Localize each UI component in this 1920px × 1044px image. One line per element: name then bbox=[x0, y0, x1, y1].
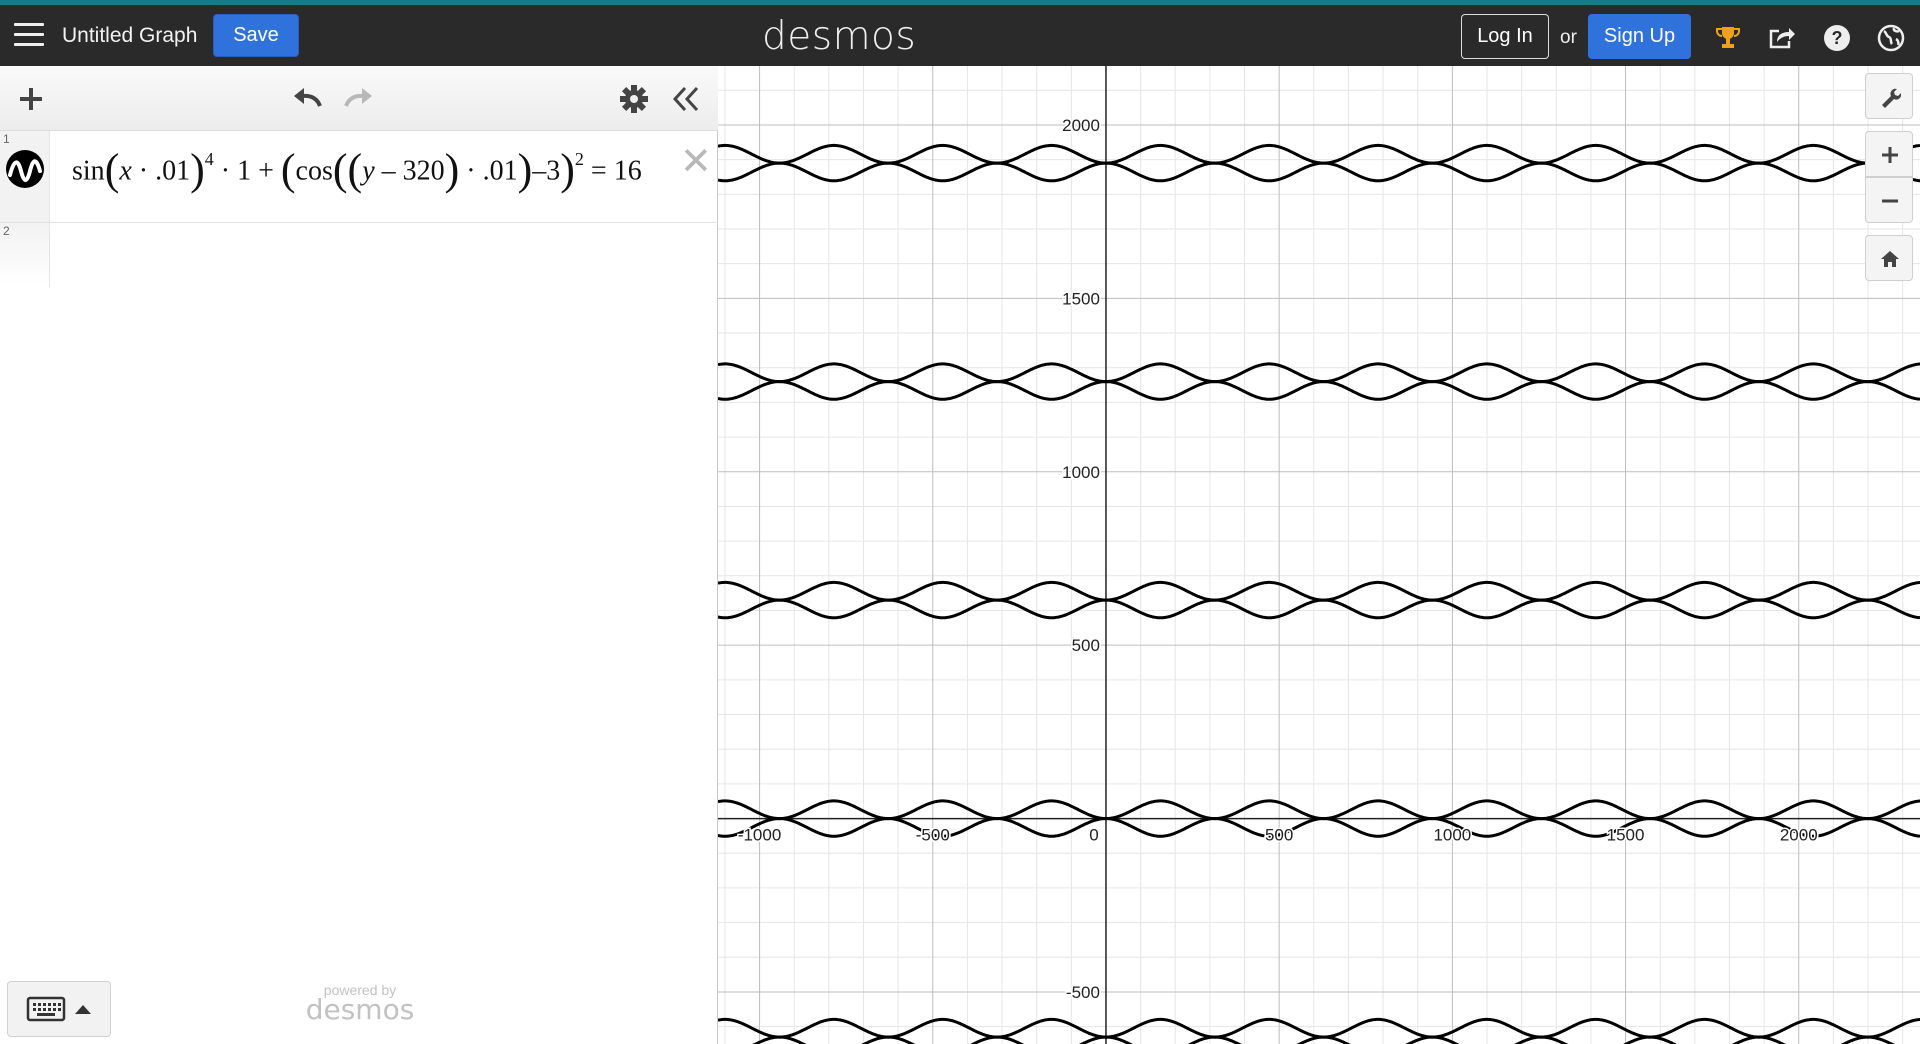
x-tick-label: -1000 bbox=[738, 826, 781, 845]
x-tick-label: 500 bbox=[1265, 826, 1293, 845]
undo-icon[interactable] bbox=[290, 82, 324, 116]
zoom-in-button[interactable] bbox=[1865, 131, 1913, 177]
row-number: 2 bbox=[3, 224, 10, 238]
add-item-icon[interactable] bbox=[14, 82, 48, 116]
row-number: 1 bbox=[3, 132, 10, 146]
desmos-logo: desmos bbox=[762, 14, 917, 59]
settings-gear-icon[interactable] bbox=[617, 82, 651, 116]
graph-title[interactable]: Untitled Graph bbox=[62, 24, 197, 48]
y-tick-label: 2000 bbox=[1062, 116, 1100, 135]
delete-expression-icon[interactable]: ✕ bbox=[680, 139, 712, 183]
share-icon[interactable] bbox=[1767, 23, 1797, 53]
expression-row[interactable]: 2 bbox=[0, 223, 718, 287]
minus-icon bbox=[1882, 199, 1898, 203]
keyboard-icon bbox=[26, 996, 66, 1022]
x-tick-label: -500 bbox=[916, 826, 950, 845]
x-tick-label: 1000 bbox=[1433, 826, 1471, 845]
graph-style-icon[interactable] bbox=[5, 149, 45, 189]
collapse-panel-icon[interactable] bbox=[669, 82, 703, 116]
x-tick-label: 0 bbox=[1089, 826, 1098, 845]
help-icon[interactable]: ? bbox=[1822, 23, 1852, 53]
graph-svg[interactable]: -1000 -500 0 500 1000 1500 2000 2000 1500 1000 500… bbox=[718, 66, 1920, 1044]
caret-up-icon bbox=[75, 1005, 91, 1014]
row-gutter: 2 bbox=[0, 223, 50, 287]
y-tick-label: 500 bbox=[1072, 636, 1100, 655]
expression-panel: 1 sin(x · .01)4 · 1 + (cos((y – 320) · .… bbox=[0, 66, 718, 1044]
graph-settings-button[interactable] bbox=[1865, 73, 1913, 119]
redo-icon[interactable] bbox=[342, 82, 376, 116]
keyboard-toggle-button[interactable] bbox=[7, 981, 111, 1037]
expression-toolbar bbox=[0, 66, 718, 131]
trophy-icon[interactable] bbox=[1713, 23, 1743, 53]
home-icon bbox=[1881, 251, 1899, 267]
or-text: or bbox=[1560, 27, 1577, 48]
svg-text:?: ? bbox=[1832, 28, 1843, 48]
expression-math[interactable]: sin(x · .01)4 · 1 + (cos((y – 320) · .01… bbox=[72, 148, 642, 192]
powered-by-desmos[interactable]: powered by desmos bbox=[300, 982, 420, 1026]
row-gutter: 1 bbox=[0, 131, 50, 222]
y-tick-label: 1500 bbox=[1062, 289, 1100, 308]
graph-canvas[interactable]: -1000 -500 0 500 1000 1500 2000 2000 1500 1000 500… bbox=[718, 66, 1920, 1044]
log-in-button[interactable]: Log In bbox=[1461, 14, 1549, 59]
sign-up-button[interactable]: Sign Up bbox=[1588, 14, 1691, 59]
y-tick-label: -500 bbox=[1066, 983, 1100, 1002]
x-tick-label: 2000 bbox=[1780, 826, 1818, 845]
save-button[interactable]: Save bbox=[213, 14, 299, 57]
plus-icon bbox=[1882, 147, 1898, 163]
home-view-button[interactable] bbox=[1865, 235, 1913, 281]
y-tick-label: 1000 bbox=[1062, 463, 1100, 482]
zoom-out-button[interactable] bbox=[1865, 177, 1913, 223]
x-tick-label: 1500 bbox=[1607, 826, 1645, 845]
globe-icon[interactable] bbox=[1876, 23, 1906, 53]
wrench-icon bbox=[1882, 88, 1901, 108]
top-bar: Untitled Graph Save desmos Log In or Sig… bbox=[0, 0, 1920, 66]
powered-by-brand: desmos bbox=[305, 993, 415, 1026]
expression-row[interactable]: 1 sin(x · .01)4 · 1 + (cos((y – 320) · .… bbox=[0, 131, 718, 223]
menu-icon[interactable] bbox=[14, 23, 44, 49]
